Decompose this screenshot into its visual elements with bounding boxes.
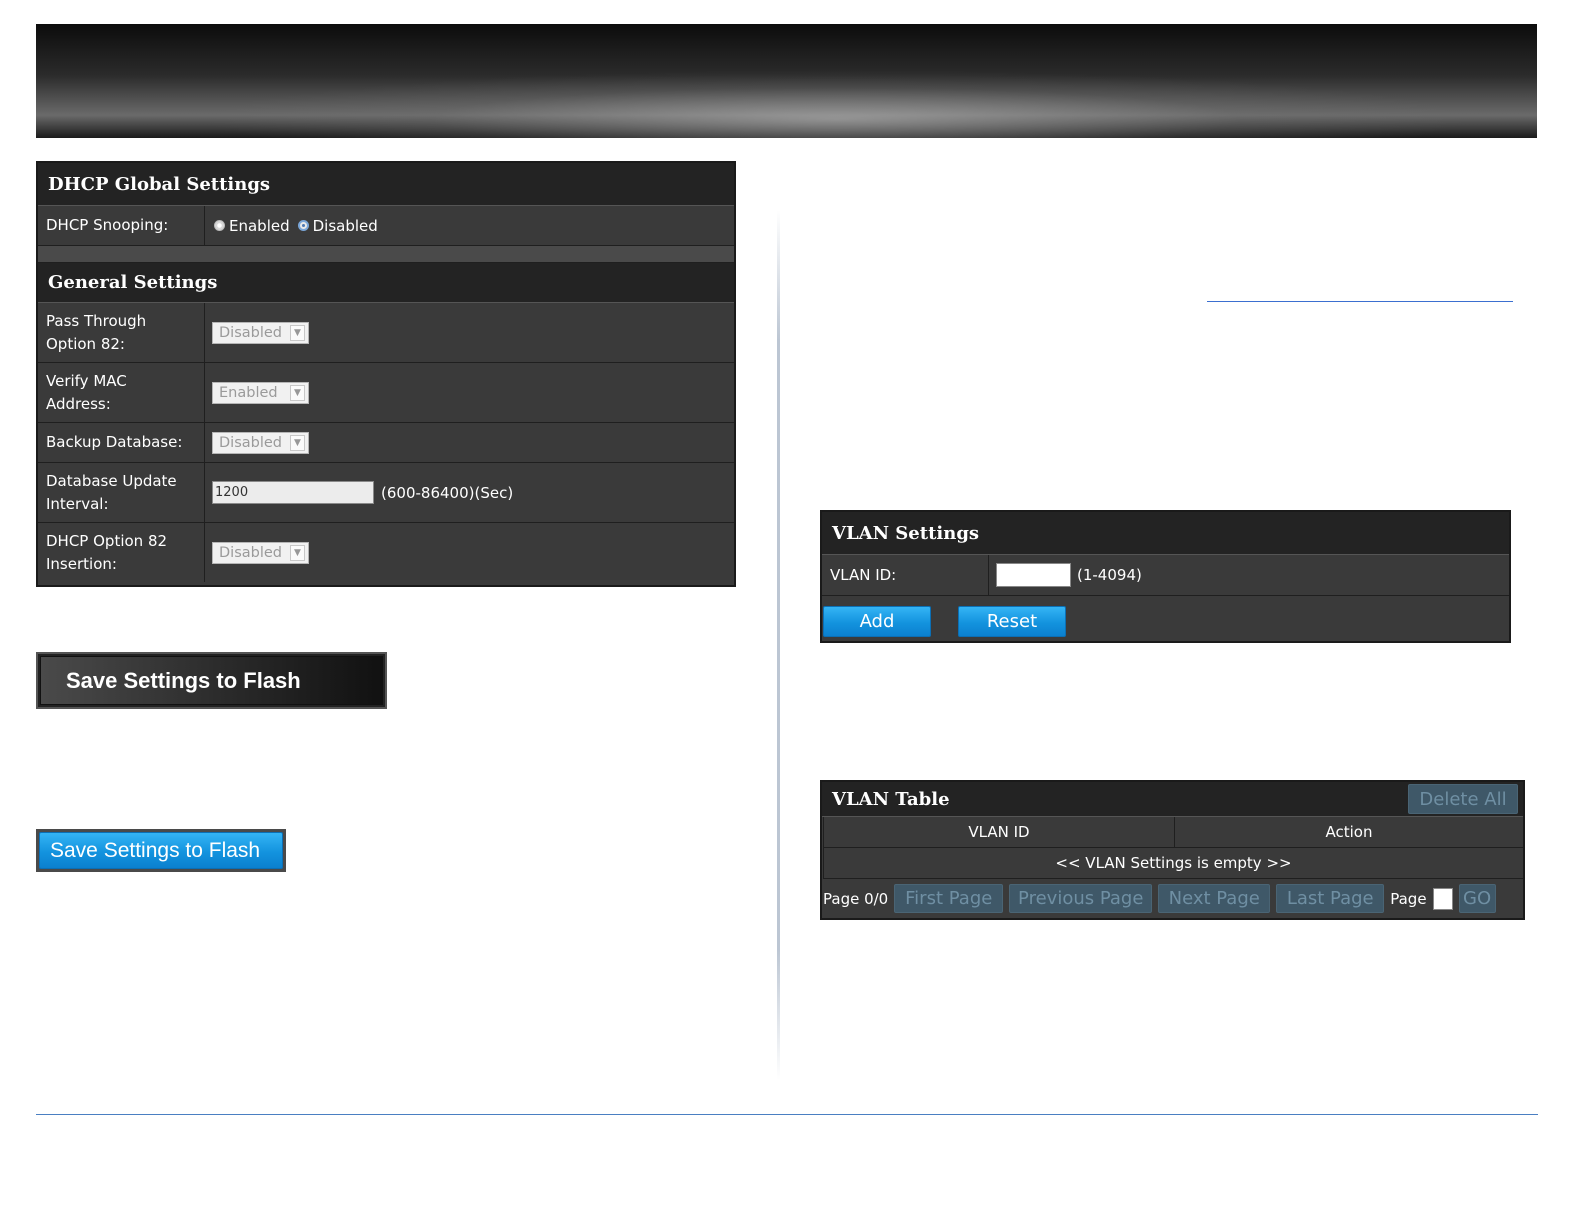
- vlan-id-input[interactable]: [996, 563, 1071, 587]
- page-label: Page: [1390, 889, 1427, 908]
- vlan-id-hint: (1-4094): [1077, 566, 1142, 584]
- previous-page-button[interactable]: Previous Page: [1009, 884, 1153, 913]
- vlan-id-label: VLAN ID:: [822, 555, 989, 595]
- snooping-disabled-label: Disabled: [312, 216, 378, 235]
- vlan-table-header-row: VLAN ID Action: [823, 817, 1523, 848]
- save-settings-flash-blue-button[interactable]: Save Settings to Flash: [39, 832, 283, 869]
- page-info: Page 0/0: [823, 889, 889, 908]
- page-number-input[interactable]: [1432, 887, 1453, 910]
- save-settings-flash-blue-frame: Save Settings to Flash: [36, 829, 286, 872]
- panel-title: General Settings: [48, 272, 218, 293]
- chevron-down-icon: ▼: [290, 544, 305, 561]
- pass-through-select[interactable]: Disabled ▼: [212, 321, 309, 344]
- pass-through-row: Pass Through Option 82: Disabled ▼: [38, 303, 734, 363]
- verify-mac-row: Verify MAC Address: Enabled ▼: [38, 363, 734, 423]
- go-button[interactable]: GO: [1458, 884, 1496, 913]
- panel-title: VLAN Settings: [832, 522, 980, 544]
- panel-title: VLAN Table: [832, 788, 950, 810]
- update-interval-row: Database Update Interval: 1200 (600-86400…: [38, 463, 734, 523]
- footer-rule: [36, 1114, 1538, 1115]
- section-spacer: [38, 246, 734, 263]
- option82-insertion-label: DHCP Option 82 Insertion:: [38, 523, 205, 582]
- backup-database-row: Backup Database: Disabled ▼: [38, 423, 734, 463]
- backup-database-label: Backup Database:: [38, 423, 205, 462]
- vlan-table-empty-row: << VLAN Settings is empty >>: [823, 848, 1523, 879]
- vlan-table-header: VLAN Table Delete All: [822, 782, 1523, 817]
- vlan-table-panel: VLAN Table Delete All VLAN ID Action << …: [820, 780, 1525, 920]
- column-header-action: Action: [1325, 823, 1373, 841]
- pagination-bar: Page 0/0 First Page Previous Page Next P…: [822, 879, 1523, 918]
- save-settings-flash-dark-button[interactable]: Save Settings to Flash: [36, 652, 387, 709]
- save-settings-flash-blue-label: Save Settings to Flash: [50, 838, 261, 862]
- option82-insertion-row: DHCP Option 82 Insertion: Disabled ▼: [38, 523, 734, 582]
- reset-button[interactable]: Reset: [958, 606, 1066, 637]
- column-divider: [777, 210, 780, 1080]
- verify-mac-select[interactable]: Enabled ▼: [212, 381, 309, 404]
- vlan-settings-panel: VLAN Settings VLAN ID: (1-4094) Add Rese…: [820, 510, 1511, 643]
- next-page-button[interactable]: Next Page: [1158, 884, 1271, 913]
- option82-insertion-select[interactable]: Disabled ▼: [212, 541, 309, 564]
- vlan-settings-header: VLAN Settings: [822, 512, 1509, 555]
- dhcp-settings-panel: DHCP Global Settings DHCP Snooping: Enab…: [36, 161, 736, 587]
- chevron-down-icon: ▼: [290, 434, 305, 451]
- column-header-vlan-id: VLAN ID: [823, 817, 1175, 847]
- snooping-enabled-label: Enabled: [229, 216, 290, 235]
- add-button[interactable]: Add: [823, 606, 931, 637]
- snooping-disabled-radio[interactable]: [297, 220, 309, 231]
- save-settings-flash-dark-label: Save Settings to Flash: [66, 667, 301, 693]
- update-interval-label: Database Update Interval:: [38, 463, 205, 522]
- backup-database-select[interactable]: Disabled ▼: [212, 431, 309, 454]
- general-settings-header: General Settings: [38, 263, 734, 303]
- header-banner: [36, 24, 1537, 138]
- panel-title: DHCP Global Settings: [48, 173, 271, 195]
- snooping-enabled-radio[interactable]: [214, 220, 225, 231]
- first-page-button[interactable]: First Page: [894, 884, 1004, 913]
- hyperlink-underline: [1207, 301, 1513, 302]
- vlan-id-row: VLAN ID: (1-4094): [822, 555, 1509, 596]
- update-interval-input[interactable]: 1200: [212, 481, 374, 504]
- update-interval-hint: (600-86400)(Sec): [381, 483, 514, 502]
- last-page-button[interactable]: Last Page: [1276, 884, 1385, 913]
- dhcp-snooping-row: DHCP Snooping: Enabled Disabled: [38, 206, 734, 246]
- dhcp-snooping-label: DHCP Snooping:: [38, 206, 205, 245]
- pass-through-label: Pass Through Option 82:: [38, 303, 205, 362]
- verify-mac-label: Verify MAC Address:: [38, 363, 205, 422]
- chevron-down-icon: ▼: [290, 324, 305, 341]
- delete-all-button[interactable]: Delete All: [1408, 784, 1518, 814]
- dhcp-global-settings-header: DHCP Global Settings: [38, 163, 734, 206]
- chevron-down-icon: ▼: [290, 384, 305, 401]
